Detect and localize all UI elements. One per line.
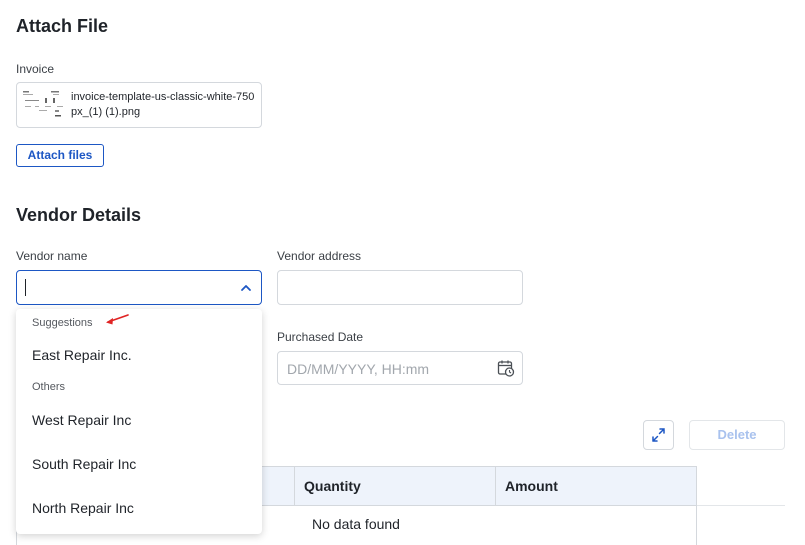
purchased-date-label: Purchased Date [277, 330, 364, 344]
vendor-name-input[interactable] [16, 270, 262, 305]
expand-button[interactable] [643, 420, 674, 450]
purchased-date-input[interactable]: DD/MM/YYYY, HH:mm [277, 351, 523, 385]
vendor-details-title: Vendor Details [16, 205, 142, 225]
invoice-thumbnail [21, 88, 65, 122]
attach-files-button[interactable]: Attach files [16, 144, 104, 167]
dropdown-option-north-repair[interactable]: North Repair Inc [32, 500, 134, 516]
invoice-label: Invoice [16, 62, 55, 76]
others-group-label: Others [32, 381, 66, 393]
no-data-text: No data found [312, 516, 400, 532]
suggestions-group-label: Suggestions [32, 317, 93, 329]
table-header-amount: Amount [505, 478, 558, 494]
dropdown-option-east-repair[interactable]: East Repair Inc. [32, 347, 132, 363]
table-divider [697, 505, 785, 506]
vendor-name-label: Vendor name [16, 249, 88, 263]
dropdown-option-south-repair[interactable]: South Repair Inc [32, 456, 136, 472]
vendor-address-input[interactable] [277, 270, 523, 305]
text-caret [25, 279, 26, 296]
table-header-quantity: Quantity [295, 467, 496, 505]
file-name: invoice-template-us-classic-white-750px_… [71, 91, 255, 118]
file-card[interactable]: invoice-template-us-classic-white-750px_… [16, 82, 262, 128]
expand-icon [652, 428, 665, 442]
dropdown-option-west-repair[interactable]: West Repair Inc [32, 412, 131, 428]
red-arrow-annotation [106, 314, 129, 325]
vendor-name-dropdown: Suggestions East Repair Inc. Others West… [16, 309, 262, 534]
vendor-address-label: Vendor address [277, 249, 362, 263]
calendar-clock-icon[interactable] [497, 359, 515, 377]
purchased-date-placeholder: DD/MM/YYYY, HH:mm [287, 361, 430, 377]
delete-button[interactable]: Delete [689, 420, 785, 450]
attach-file-title: Attach File [16, 16, 109, 36]
chevron-up-icon[interactable] [239, 281, 253, 295]
